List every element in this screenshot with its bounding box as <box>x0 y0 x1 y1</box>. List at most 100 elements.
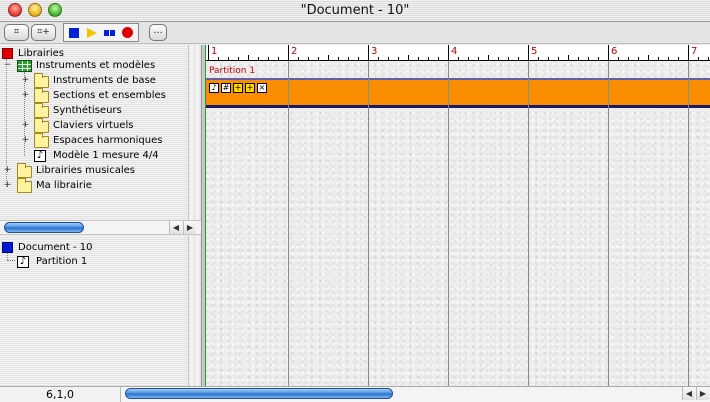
beat-tick <box>268 57 269 60</box>
folder-icon <box>17 163 32 178</box>
expand-icon[interactable]: + <box>21 76 30 85</box>
bar-line <box>688 61 689 386</box>
tree-label: Instruments de base <box>53 75 156 86</box>
measure-ruler[interactable]: 1 2 3 4 5 6 7 <box>206 45 710 61</box>
folder-icon <box>17 178 32 193</box>
document-vertical-scrollbar[interactable] <box>188 236 201 386</box>
beat-tick <box>508 57 509 60</box>
beat-tick <box>358 57 359 60</box>
scroll-left-arrow-icon[interactable]: ◀ <box>169 221 182 234</box>
bar-line <box>608 61 609 386</box>
beat-tick <box>248 55 249 60</box>
measure-number: 3 <box>371 46 378 57</box>
scroll-thumb[interactable] <box>4 222 84 233</box>
beat-tick <box>638 57 639 60</box>
beat-tick <box>258 57 259 60</box>
tree-label: Ma librairie <box>36 180 92 191</box>
collapse-icon[interactable]: − <box>3 61 12 70</box>
measure-number: 1 <box>211 46 218 57</box>
tree-label: Espaces harmoniques <box>53 135 163 146</box>
measure-tick <box>448 45 449 60</box>
beat-tick <box>418 57 419 60</box>
library-horizontal-scrollbar[interactable]: ◀ ▶ <box>0 220 201 235</box>
scroll-thumb[interactable] <box>125 388 393 399</box>
beat-tick <box>348 57 349 60</box>
transport-controls <box>63 23 139 42</box>
note-icon: ♪ <box>34 150 46 162</box>
measure-tick <box>688 45 689 60</box>
measure-number: 7 <box>691 46 698 57</box>
plus-icon[interactable]: + <box>233 83 243 93</box>
beat-tick <box>398 57 399 60</box>
beat-tick <box>428 57 429 60</box>
beat-tick <box>328 55 329 60</box>
measure-number: 5 <box>531 46 538 57</box>
close-icon[interactable]: × <box>257 83 267 93</box>
bar-line <box>448 61 449 386</box>
measure-tick <box>208 45 209 60</box>
measure-number: 2 <box>291 46 298 57</box>
measure-tick <box>288 45 289 60</box>
beat-tick <box>298 57 299 60</box>
beat-tick <box>378 57 379 60</box>
beat-tick <box>578 57 579 60</box>
beat-tick <box>308 57 309 60</box>
bar-line <box>288 61 289 386</box>
expand-icon[interactable]: + <box>3 166 12 175</box>
beat-tick <box>708 57 709 60</box>
track-region[interactable] <box>206 80 710 108</box>
plus-icon[interactable]: + <box>245 83 255 93</box>
expand-icon[interactable]: + <box>21 136 30 145</box>
beat-tick <box>518 57 519 60</box>
folder-icon <box>34 88 49 103</box>
tree-label: Claviers virtuels <box>53 120 134 131</box>
pause-icon[interactable] <box>104 28 116 38</box>
window-title: "Document - 10" <box>300 3 410 18</box>
beat-tick <box>238 57 239 60</box>
stop-icon[interactable] <box>69 28 79 38</box>
tree-label: Sections et ensembles <box>53 90 166 101</box>
scroll-left-arrow-icon[interactable]: ◀ <box>682 387 695 400</box>
track-name: Partition 1 <box>209 66 256 76</box>
scroll-right-arrow-icon[interactable]: ▶ <box>183 221 196 234</box>
grid-view-button[interactable]: ⌗ <box>4 24 29 41</box>
beat-tick <box>558 57 559 60</box>
beat-tick <box>538 57 539 60</box>
record-icon[interactable] <box>122 27 133 38</box>
beat-tick <box>468 57 469 60</box>
scroll-right-arrow-icon[interactable]: ▶ <box>696 387 709 400</box>
beat-tick <box>678 57 679 60</box>
bar-line <box>368 61 369 386</box>
expand-icon[interactable]: + <box>3 181 12 190</box>
library-vertical-scrollbar[interactable] <box>188 45 201 220</box>
arrangement-area[interactable]: 1 2 3 4 5 6 7 Partition 1 ♪ # + + × <box>205 45 710 386</box>
beat-tick <box>658 57 659 60</box>
beat-tick <box>438 57 439 60</box>
play-icon[interactable] <box>87 28 97 38</box>
more-button[interactable]: ... <box>149 24 167 41</box>
beat-tick <box>338 57 339 60</box>
beat-tick <box>478 57 479 60</box>
expand-icon[interactable]: + <box>21 121 30 130</box>
beat-tick <box>388 57 389 60</box>
grid-icon[interactable]: # <box>221 83 231 93</box>
expand-icon[interactable]: + <box>21 91 30 100</box>
beat-tick <box>548 57 549 60</box>
beat-tick <box>618 57 619 60</box>
beat-tick <box>488 55 489 60</box>
document-tree: Document - 10 ♪ Partition 1 <box>0 236 188 386</box>
beat-tick <box>218 57 219 60</box>
toolbar: ⌗ ⌗+ ... <box>0 22 710 44</box>
beat-tick <box>498 57 499 60</box>
grid-add-button[interactable]: ⌗+ <box>31 24 56 41</box>
beat-tick <box>648 55 649 60</box>
library-root-icon <box>2 48 13 59</box>
tree-label: Document - 10 <box>18 242 93 253</box>
tree-label: Librairies musicales <box>36 165 135 176</box>
beat-tick <box>598 57 599 60</box>
beat-tick <box>408 55 409 60</box>
note-icon[interactable]: ♪ <box>209 83 219 93</box>
arrangement-horizontal-scrollbar[interactable]: ◀ ▶ <box>120 387 710 402</box>
instruments-grid-icon <box>17 60 32 72</box>
beat-tick <box>278 57 279 60</box>
